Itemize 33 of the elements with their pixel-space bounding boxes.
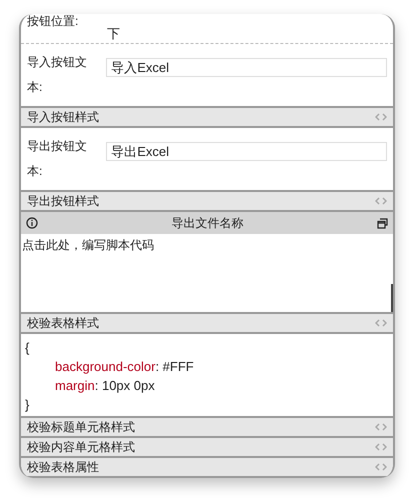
code-brace: } — [25, 396, 30, 414]
field-label: 导入按钮文本: — [27, 54, 88, 96]
code-icon — [375, 423, 387, 431]
section-title: 校验表格属性 — [27, 459, 99, 476]
section-header[interactable]: 导出按钮样式 — [21, 192, 393, 212]
section-title: 校验表格样式 — [27, 315, 99, 332]
field-label: 导出按钮文本: — [27, 138, 88, 180]
text-input[interactable]: 导入Excel — [106, 58, 387, 77]
section-title: 导入按钮样式 — [27, 109, 99, 126]
window-icon[interactable] — [377, 218, 388, 228]
section-header[interactable]: 导入按钮样式 — [21, 108, 393, 128]
field-label: 按钮位置: — [27, 14, 78, 30]
field-value: 下 — [107, 25, 120, 43]
info-icon[interactable] — [26, 217, 38, 229]
code-icon — [375, 463, 387, 471]
code-icon — [375, 197, 387, 205]
section-header[interactable]: 校验表格属性 — [21, 458, 393, 478]
code-icon — [375, 319, 387, 327]
section-header[interactable]: 校验内容单元格样式 — [21, 438, 393, 458]
scrollbar — [391, 284, 393, 312]
section-title: 导出按钮样式 — [27, 193, 99, 210]
section-title: 校验内容单元格样式 — [27, 439, 135, 456]
code-line: margin: 10px 0px — [54, 377, 156, 395]
text-input[interactable]: 导出Excel — [106, 142, 387, 161]
code-brace: { — [25, 339, 30, 357]
section-header[interactable]: 校验表格样式 — [21, 314, 393, 334]
code-icon — [375, 443, 387, 451]
editor-title: 导出文件名称 — [170, 215, 244, 232]
code-icon — [375, 113, 387, 121]
script-editor[interactable]: 点击此处，编写脚本代码 — [21, 234, 393, 312]
code-line: background-color: #FFF — [54, 358, 195, 376]
section-header[interactable]: 校验标题单元格样式 — [21, 418, 393, 438]
section-title: 校验标题单元格样式 — [27, 419, 135, 436]
